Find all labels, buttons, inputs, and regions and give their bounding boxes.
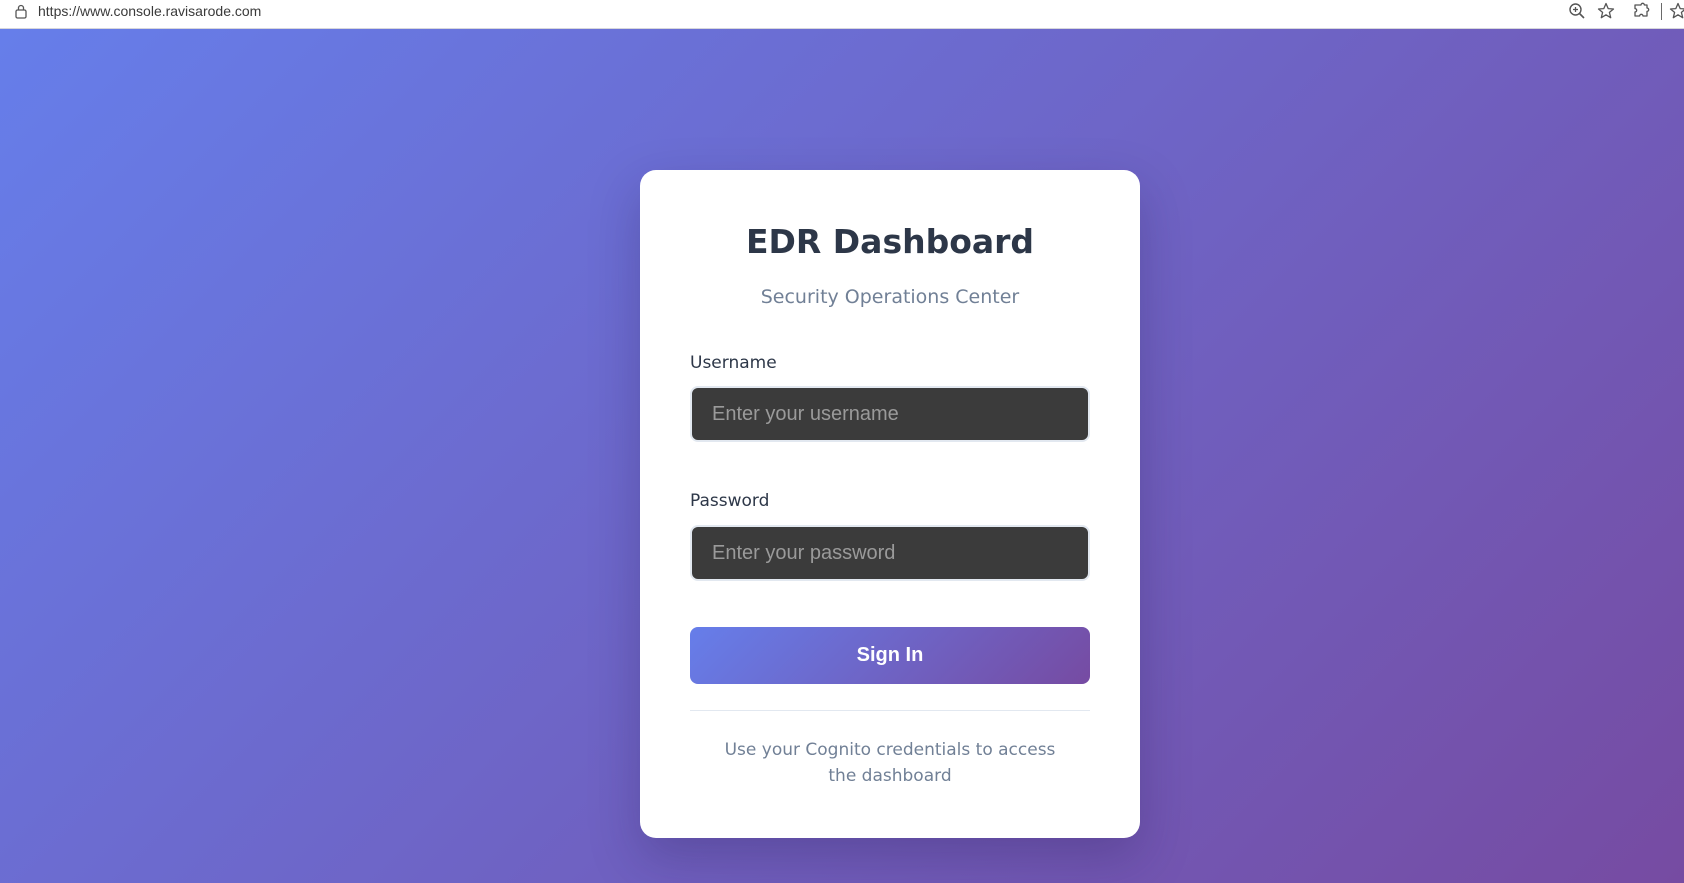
- browser-toolbar: https://www.console.ravisarode.com: [0, 0, 1684, 29]
- password-label: Password: [690, 491, 770, 511]
- username-label: Username: [690, 353, 777, 373]
- sign-in-button[interactable]: Sign In: [690, 627, 1090, 684]
- page-title: EDR Dashboard: [745, 222, 1035, 261]
- divider: [690, 710, 1090, 711]
- extensions-icon[interactable]: [1631, 1, 1651, 21]
- star-icon[interactable]: [1596, 1, 1616, 21]
- page-subtitle: Security Operations Center: [760, 286, 1020, 308]
- toolbar-separator: [1661, 3, 1662, 20]
- help-text: Use your Cognito credentials to access t…: [724, 740, 1056, 786]
- zoom-icon[interactable]: [1567, 1, 1587, 21]
- address-bar[interactable]: https://www.console.ravisarode.com: [38, 2, 261, 20]
- login-card: EDR Dashboard Security Operations Center…: [640, 170, 1140, 838]
- lock-icon[interactable]: [14, 3, 28, 19]
- login-page-background: EDR Dashboard Security Operations Center…: [0, 29, 1684, 883]
- username-input[interactable]: [690, 386, 1090, 442]
- password-input[interactable]: [690, 525, 1090, 581]
- favorites-icon[interactable]: [1668, 1, 1684, 21]
